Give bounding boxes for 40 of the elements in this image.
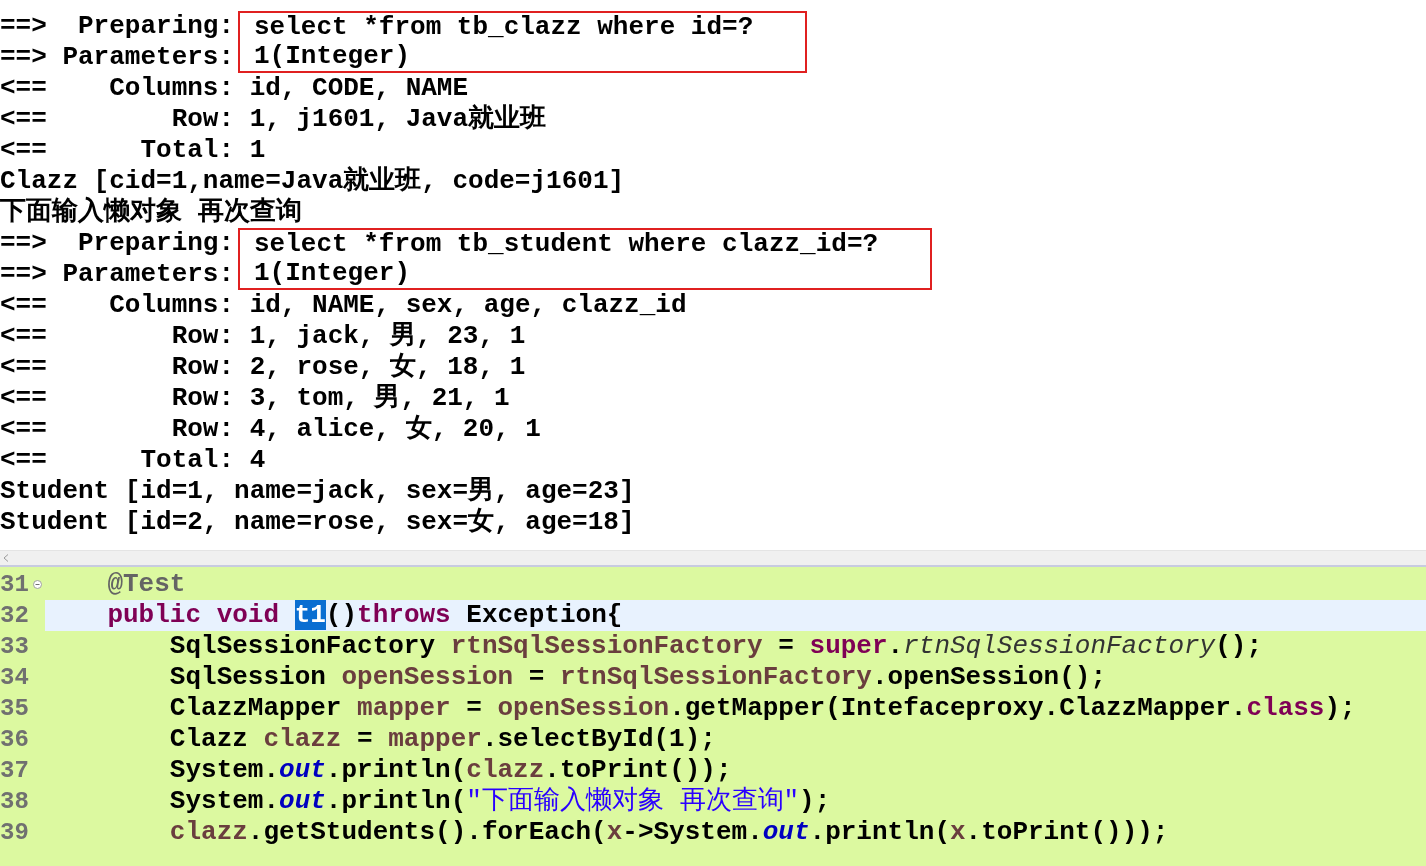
log-value: select *from tb_clazz where id=? (254, 13, 754, 42)
line-number: 35 (0, 694, 30, 724)
code-line: clazz.getStudents().forEach(x->System.out.println(x.toPrint())); (168, 817, 1170, 848)
code-line: System.out.println("下面输入懒对象 再次查询"); (168, 786, 832, 817)
line-number: 32 (0, 601, 30, 631)
scroll-left-icon[interactable] (3, 554, 9, 562)
console-line: <== Columns: id, CODE, NAME (0, 73, 470, 104)
log-label: ==> Parameters: (0, 42, 236, 73)
line-number: 39 (0, 818, 30, 848)
console-line: <== Row: 3, tom, 男, 21, 1 (0, 383, 511, 414)
console-line: Student [id=1, name=jack, sex=男, age=23] (0, 476, 636, 507)
line-number: 38 (0, 787, 30, 817)
log-value: 1(Integer) (254, 259, 412, 288)
console-line: <== Row: 1, jack, 男, 23, 1 (0, 321, 527, 352)
code-line: @Test (106, 569, 187, 600)
code-line: ClazzMapper mapper = openSession.getMapper(Intefaceproxy.ClazzMapper.class); (168, 693, 1357, 724)
code-line: Clazz clazz = mapper.selectById(1); (168, 724, 717, 755)
log-label: ==> Parameters: (0, 259, 236, 290)
line-number: 33 (0, 632, 30, 662)
console-line: <== Total: 4 (0, 445, 267, 476)
log-label: ==> Preparing: (0, 11, 236, 42)
console-line: Clazz [cid=1,name=Java就业班, code=j1601] (0, 166, 626, 196)
console-line: <== Columns: id, NAME, sex, age, clazz_id (0, 290, 688, 321)
console-line: <== Row: 4, alice, 女, 20, 1 (0, 414, 542, 445)
code-line: SqlSession openSession = rtnSqlSessionFactory.openSession(); (168, 662, 1107, 693)
console-line: 下面输入懒对象 再次查询 (0, 197, 303, 228)
console-line: <== Row: 2, rose, 女, 18, 1 (0, 352, 527, 383)
console-line: <== Row: 1, j1601, Java就业班 (0, 104, 548, 135)
line-number: 34 (0, 663, 30, 693)
console-line: Student [id=2, name=rose, sex=女, age=18] (0, 507, 636, 538)
line-number: 36 (0, 725, 30, 755)
code-line: SqlSessionFactory rtnSqlSessionFactory = super.rtnSqlSessionFactory(); (168, 631, 1264, 662)
line-number: 31 (0, 570, 30, 600)
log-value: 1(Integer) (254, 42, 412, 71)
line-number: 37 (0, 756, 30, 786)
log-label: ==> Preparing: (0, 228, 236, 259)
console-line: <== Total: 1 (0, 135, 267, 166)
code-line: System.out.println(clazz.toPrint()); (168, 755, 733, 786)
log-value: select *from tb_student where clazz_id=? (254, 230, 879, 259)
fold-icon[interactable] (33, 580, 42, 589)
